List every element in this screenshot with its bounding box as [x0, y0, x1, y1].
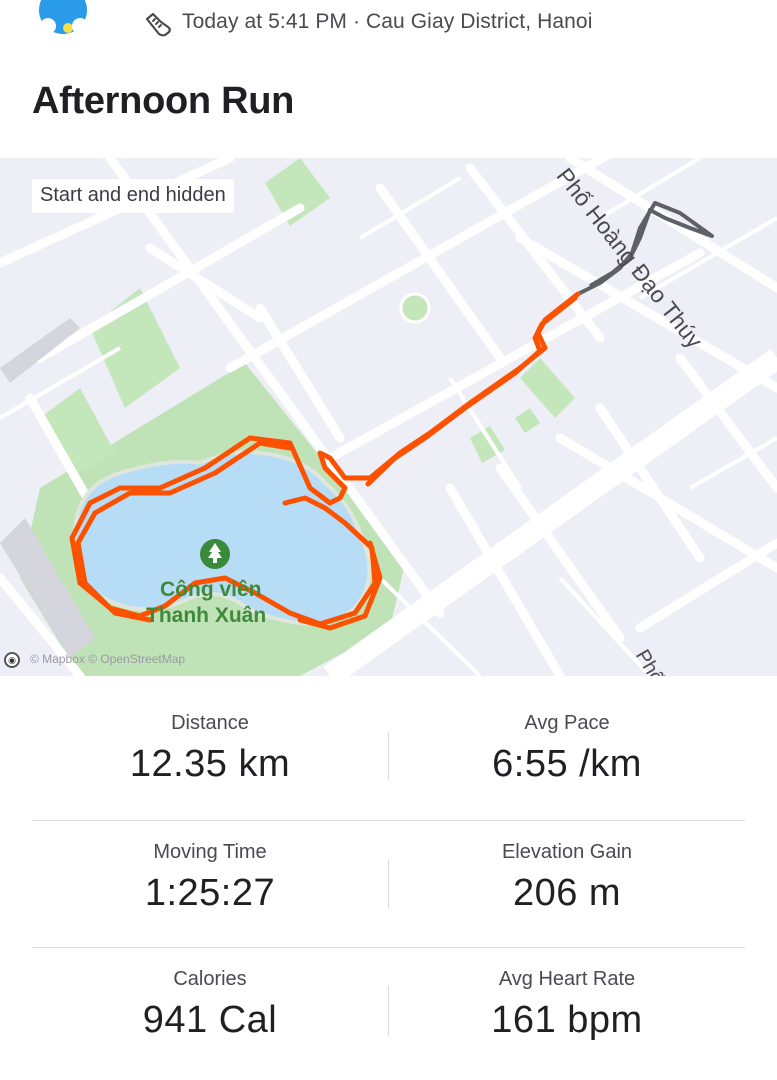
mapbox-icon: ◉: [4, 652, 20, 668]
privacy-badge: Start and end hidden: [32, 179, 234, 213]
activity-header: Today at 5:41 PM · Cau Giay District, Ha…: [0, 0, 777, 50]
park-label: Công viên: [160, 578, 262, 601]
stat-value: 1:25:27: [144, 872, 276, 914]
stats-row: Moving Time 1:25:27 Elevation Gain 206 m: [32, 820, 745, 947]
stat-avg-heart-rate: Avg Heart Rate 161 bpm: [389, 948, 745, 1074]
stat-distance: Distance 12.35 km: [32, 676, 388, 819]
park-label: Thanh Xuân: [146, 604, 267, 627]
stat-elevation-gain: Elevation Gain 206 m: [389, 821, 745, 947]
side-road: [0, 318, 80, 383]
route-map[interactable]: Start and end hidden Phố Hoàng Đạo Thúy …: [0, 158, 777, 676]
green-block: [265, 158, 330, 226]
stats-grid: Distance 12.35 km Avg Pace 6:55 /km Movi…: [0, 676, 777, 1080]
stat-label: Avg Heart Rate: [498, 968, 636, 990]
green-block: [515, 408, 540, 433]
stat-label: Calories: [173, 968, 247, 990]
roundabout: [399, 292, 431, 324]
stat-value: 206 m: [512, 872, 622, 914]
stat-value: 941 Cal: [142, 999, 278, 1041]
stat-label: Elevation Gain: [501, 841, 633, 863]
stat-calories: Calories 941 Cal: [32, 948, 388, 1074]
stat-value: 6:55 /km: [492, 743, 642, 785]
avatar[interactable]: [30, 0, 96, 40]
stat-value: 161 bpm: [491, 999, 643, 1041]
stat-label: Distance: [171, 712, 249, 734]
map-canvas: [0, 158, 777, 676]
map-attribution[interactable]: ◉ © Mapbox © OpenStreetMap: [4, 652, 185, 668]
page-title: Afternoon Run: [32, 80, 295, 122]
green-block: [520, 358, 575, 418]
stats-row: Distance 12.35 km Avg Pace 6:55 /km: [32, 676, 745, 819]
stat-label: Moving Time: [153, 841, 267, 863]
stat-label: Avg Pace: [524, 712, 610, 734]
stats-row: Calories 941 Cal Avg Heart Rate 161 bpm: [32, 947, 745, 1074]
run-shoe-icon: [143, 10, 173, 40]
stat-value: 12.35 km: [129, 743, 291, 785]
activity-meta: Today at 5:41 PM · Cau Giay District, Ha…: [182, 10, 593, 33]
stat-avg-pace: Avg Pace 6:55 /km: [389, 676, 745, 819]
stat-moving-time: Moving Time 1:25:27: [32, 821, 388, 947]
